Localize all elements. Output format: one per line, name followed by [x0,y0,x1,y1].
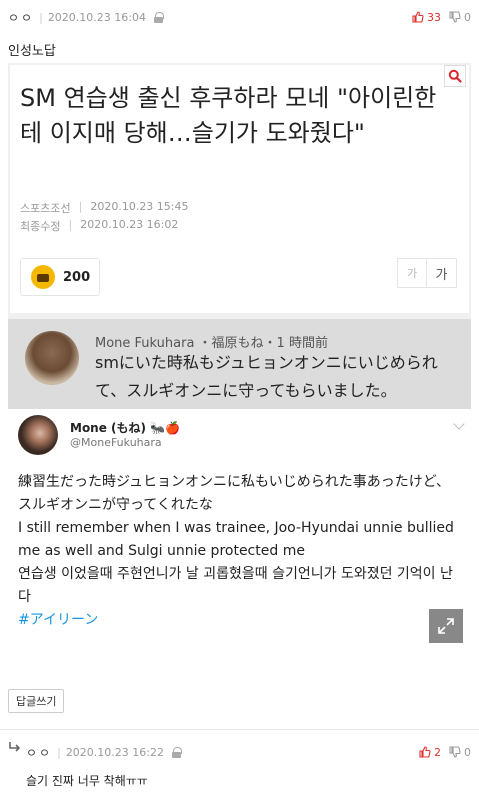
article-card: SM 연습생 출신 후쿠하라 모네 "아이린한테 이지매 당해…슬기가 도와줬다… [8,63,471,679]
downvote-button[interactable]: 0 [449,11,471,24]
downvote-button[interactable]: 0 [449,746,471,759]
font-size-controls: 가 가 [397,258,457,288]
tweet-author-name: Mone (もね) 🐜🍎 [70,421,181,435]
upvote-count: 2 [434,745,441,759]
article-source-line: 스포츠조선 | 2020.10.23 15:45 [20,200,189,216]
quoted-comment: Mone Fukuhara ・福原もね・1 時間前 smにいた時私もジュヒョンオ… [8,319,471,409]
post-votes: 33 0 [412,11,471,24]
post-author: ㅇㅇ [8,10,35,25]
avatar [25,331,79,385]
tweet-line-english: I still remember when I was trainee, Joo… [18,520,454,559]
upvote-button[interactable]: 2 [419,746,441,759]
reply-author: ㅇㅇ [26,745,53,760]
avatar [18,415,58,455]
reply-content: 슬기 진짜 너무 착해ㅠㅠ [26,774,148,788]
post-meta: ㅇㅇ | 2020.10.23 16:04 33 0 [0,0,479,34]
embedded-tweet: Mone (もね) 🐜🍎 @MoneFukuhara 練習生だった時ジュヒョンオ… [8,409,471,679]
article-modified-line: 최종수정 | 2020.10.23 16:02 [20,218,178,234]
write-reply-button[interactable]: 답글쓰기 [8,689,65,713]
thumbs-up-icon [419,746,431,758]
article-modified: 2020.10.23 16:02 [80,218,179,231]
reaction-button[interactable]: 200 [20,258,100,296]
lock-icon [154,12,164,23]
reaction-icon [31,265,55,289]
downvote-count: 0 [464,745,471,759]
article-modified-label: 최종수정 [20,220,61,233]
reply-votes: 2 0 [419,746,471,759]
tweet-handle: @MoneFukuhara [70,436,162,449]
downvote-count: 0 [464,10,471,24]
separator: | [39,10,43,24]
separator: | [57,745,61,759]
post-date: 2020.10.23 [47,10,111,24]
font-smaller-button[interactable]: 가 [397,258,427,288]
search-icon [448,69,462,83]
expand-icon [438,618,454,634]
tweet-body: 練習生だった時ジュヒョンオンニに私もいじめられた事あったけど、スルギオンニが守っ… [18,471,463,632]
reply-time: 16:22 [132,745,164,759]
upvote-button[interactable]: 33 [412,11,441,24]
separator: | [78,200,83,213]
thumbs-down-icon [449,11,461,23]
quote-text: smにいた時私もジュヒョンオンニにいじめられて、スルギオンニに守ってもらいました… [95,353,438,400]
reply-date: 2020.10.23 [65,745,129,759]
article-source[interactable]: 스포츠조선 [20,200,71,216]
upvote-count: 33 [427,10,441,24]
lock-icon [172,747,182,758]
post-time: 16:04 [114,10,146,24]
tweet-hashtag[interactable]: #アイリーン [18,609,463,632]
thumbs-up-icon [412,11,424,23]
separator: | [68,218,73,231]
article-published: 2020.10.23 15:45 [90,200,189,213]
post-title: 인성노답 [8,44,56,59]
article-headline: SM 연습생 출신 후쿠하라 모네 "아이린한테 이지매 당해…슬기가 도와줬다… [20,84,437,147]
reply-meta: ㅇㅇ | 2020.10.23 16:22 2 0 [0,735,479,769]
tweet-line-japanese: 練習生だった時ジュヒョンオンニに私もいじめられた事あったけど、スルギオンニが守っ… [18,474,451,513]
divider [0,729,479,730]
reaction-count: 200 [63,269,91,285]
font-larger-button[interactable]: 가 [427,258,457,288]
chevron-down-icon[interactable] [453,418,465,430]
article-header: SM 연습생 출신 후쿠하라 모네 "아이린한테 이지매 당해…슬기가 도와줬다… [10,65,469,313]
thumbs-down-icon [449,746,461,758]
expand-button[interactable] [429,609,463,643]
tweet-line-korean: 연습생 이었을때 주현언니가 날 괴롭혔을때 슬기언니가 도와졌던 기억이 난다 [18,566,453,605]
